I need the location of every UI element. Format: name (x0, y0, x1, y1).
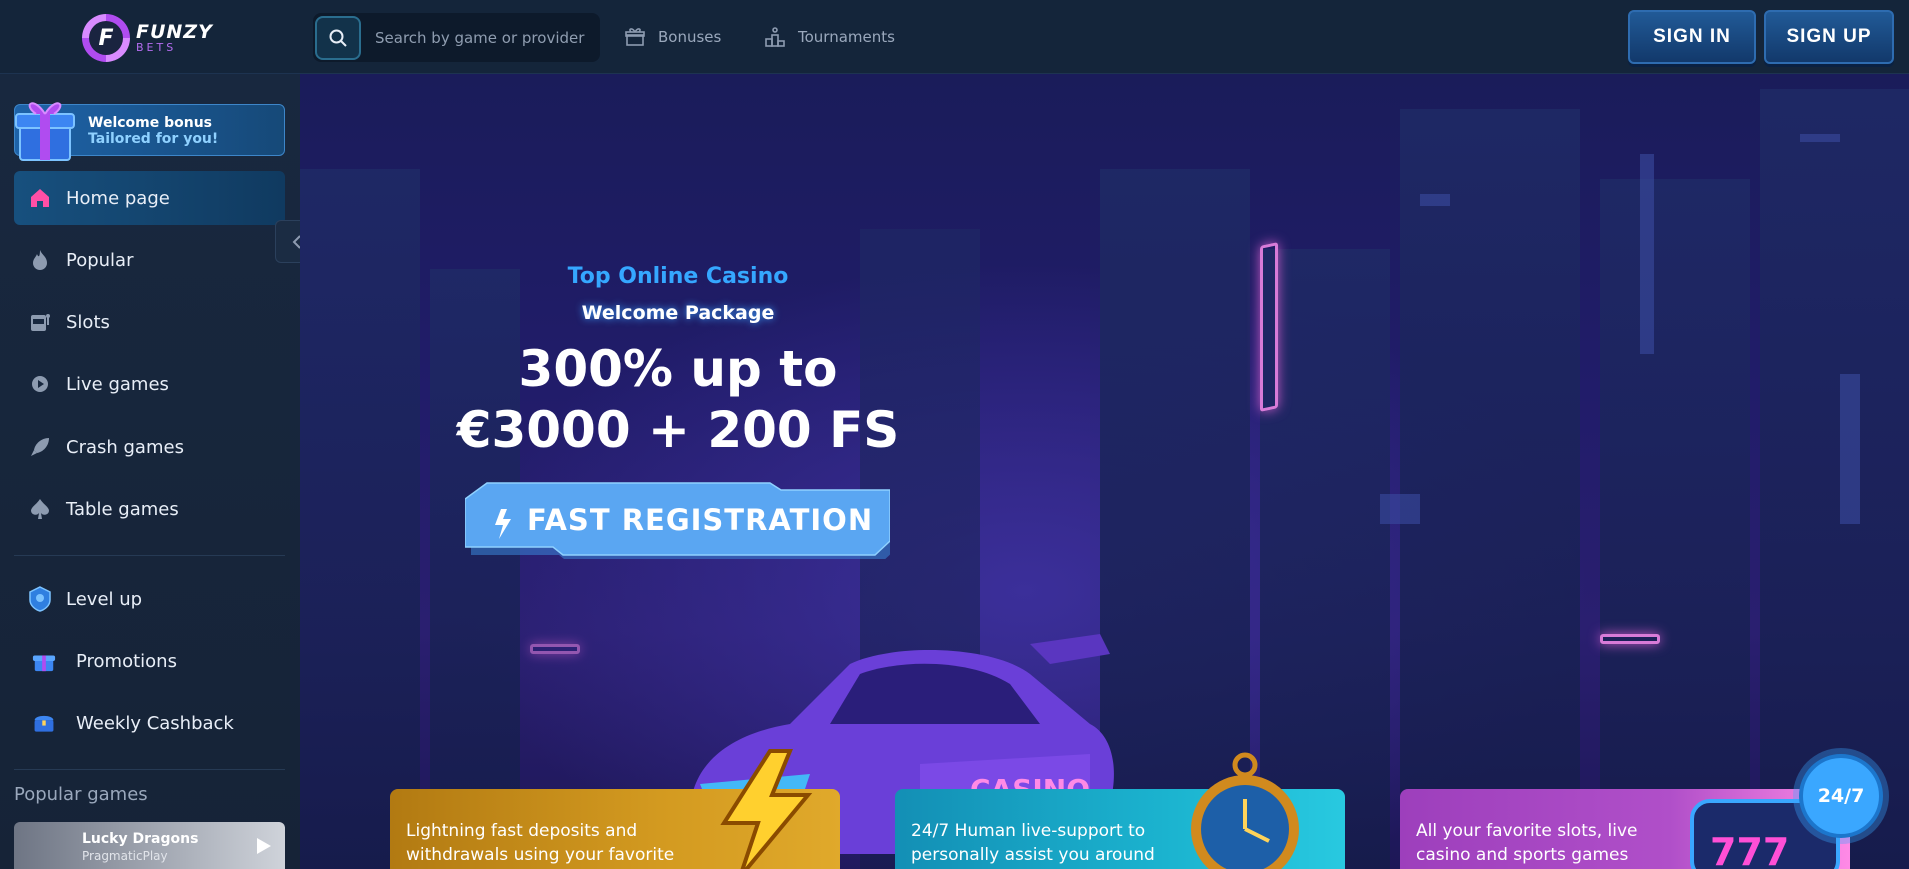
neon-sign (530, 644, 580, 654)
sidebar-item-home[interactable]: Home page (14, 174, 285, 222)
gift-icon (625, 28, 645, 46)
bonus-line1: Welcome bonus (88, 115, 213, 131)
building-window (1420, 194, 1450, 206)
podium-icon (765, 27, 785, 47)
svg-text:777: 777 (1710, 830, 1789, 869)
sidebar-divider (14, 769, 285, 770)
sidebar-item-label: Popular (66, 249, 134, 271)
logo-line2: BETS (136, 41, 177, 54)
funzy-bets-logo[interactable]: F FUNZY BETS (82, 14, 222, 62)
sidebar-item-live-games[interactable]: Live games (14, 360, 285, 408)
search-button[interactable] (315, 15, 361, 60)
home-icon (31, 189, 49, 207)
building-window (1800, 134, 1840, 142)
sidebar-item-level-up[interactable]: Level up (14, 575, 285, 623)
feature-text: 24/7 Human live-support to personally as… (911, 821, 1155, 865)
hero-banner: Top Online Casino Welcome Package 300% u… (300, 74, 1909, 869)
fast-registration-label: FAST REGISTRATION (527, 503, 874, 537)
sign-in-button[interactable]: SIGN IN (1628, 10, 1756, 64)
sidebar-item-label: Slots (66, 311, 110, 333)
feature-card-support[interactable]: 24/7 Human live-support to personally as… (895, 752, 1345, 869)
nav-bonuses-label: Bonuses (658, 28, 722, 46)
top-header: F FUNZY BETS Bonuses Tournaments SIGN IN… (0, 0, 1909, 74)
popular-games-title: Popular games (14, 784, 148, 805)
fast-registration-button[interactable]: FAST REGISTRATION (464, 481, 896, 563)
slot-machine-icon (31, 314, 50, 331)
hero-headline-1: 300% up to (518, 340, 838, 398)
rocket-icon (31, 438, 49, 456)
feature-text: Lightning fast deposits and withdrawals … (406, 821, 675, 865)
building-window (1380, 494, 1420, 524)
live-icon (32, 376, 48, 392)
sidebar-item-weekly-cashback[interactable]: Weekly Cashback (14, 699, 285, 747)
sidebar-item-slots[interactable]: Slots (14, 298, 285, 346)
neon-sign (1260, 242, 1278, 412)
lightning-bolt-icon (720, 749, 813, 869)
game-name: Lucky Dragons (82, 831, 199, 847)
sidebar-item-label: Promotions (76, 650, 177, 672)
gift-box-icon (15, 102, 75, 161)
treasure-chest-icon (34, 715, 54, 732)
bonus-line2: Tailored for you! (88, 131, 219, 147)
city-building (1600, 179, 1750, 869)
logo-line1: FUNZY (136, 21, 213, 43)
sidebar-item-label: Table games (66, 498, 179, 520)
logo-letter: F (89, 21, 123, 55)
play-icon[interactable] (255, 836, 273, 856)
spade-icon (31, 499, 49, 519)
promo-gift-icon (32, 655, 56, 672)
sidebar-item-label: Home page (66, 187, 170, 209)
sidebar-item-crash-games[interactable]: Crash games (14, 423, 285, 471)
popular-game-card[interactable]: Lucky Dragons PragmaticPlay (14, 822, 285, 869)
pocket-watch-icon (1191, 752, 1299, 869)
sidebar-item-promotions[interactable]: Promotions (14, 637, 285, 685)
sidebar-item-label: Live games (66, 373, 169, 395)
sidebar-item-label: Weekly Cashback (76, 712, 234, 734)
nav-tournaments-label: Tournaments (798, 28, 895, 46)
logo-text: FUNZY BETS (136, 21, 213, 54)
hero-top-line: Top Online Casino (567, 264, 789, 289)
search-input[interactable] (375, 28, 590, 47)
feature-card-deposits[interactable]: Lightning fast deposits and withdrawals … (390, 749, 840, 869)
neon-sign (1600, 634, 1660, 644)
building-window (1640, 154, 1654, 354)
search-icon (329, 29, 347, 47)
hero-headline-2: €3000 + 200 FS (456, 401, 900, 459)
nav-bonuses[interactable]: Bonuses (624, 22, 721, 52)
sidebar-item-popular[interactable]: Popular (14, 236, 285, 284)
sidebar-item-label: Level up (66, 588, 143, 610)
sidebar-item-table-games[interactable]: Table games (14, 485, 285, 533)
sidebar-divider (14, 555, 285, 556)
feature-card-games[interactable]: All your favorite slots, live casino and… (1400, 789, 1850, 869)
hero-package: Welcome Package (581, 302, 775, 324)
search-bar (313, 13, 600, 62)
level-badge-icon (29, 586, 51, 612)
logo-mark: F (82, 14, 130, 62)
sidebar: Welcome bonus Tailored for you! Home pag… (0, 74, 300, 869)
city-building (1760, 89, 1909, 869)
game-provider: PragmaticPlay (82, 849, 168, 863)
live-support-badge[interactable]: 24/7 (1799, 754, 1883, 838)
feature-text: All your favorite slots, live casino and… (1416, 821, 1638, 865)
city-building (1400, 109, 1580, 869)
nav-tournaments[interactable]: Tournaments (764, 22, 895, 52)
sign-up-button[interactable]: SIGN UP (1764, 10, 1894, 64)
flame-icon (33, 250, 47, 270)
sidebar-item-label: Crash games (66, 436, 184, 458)
building-window (1840, 374, 1860, 524)
